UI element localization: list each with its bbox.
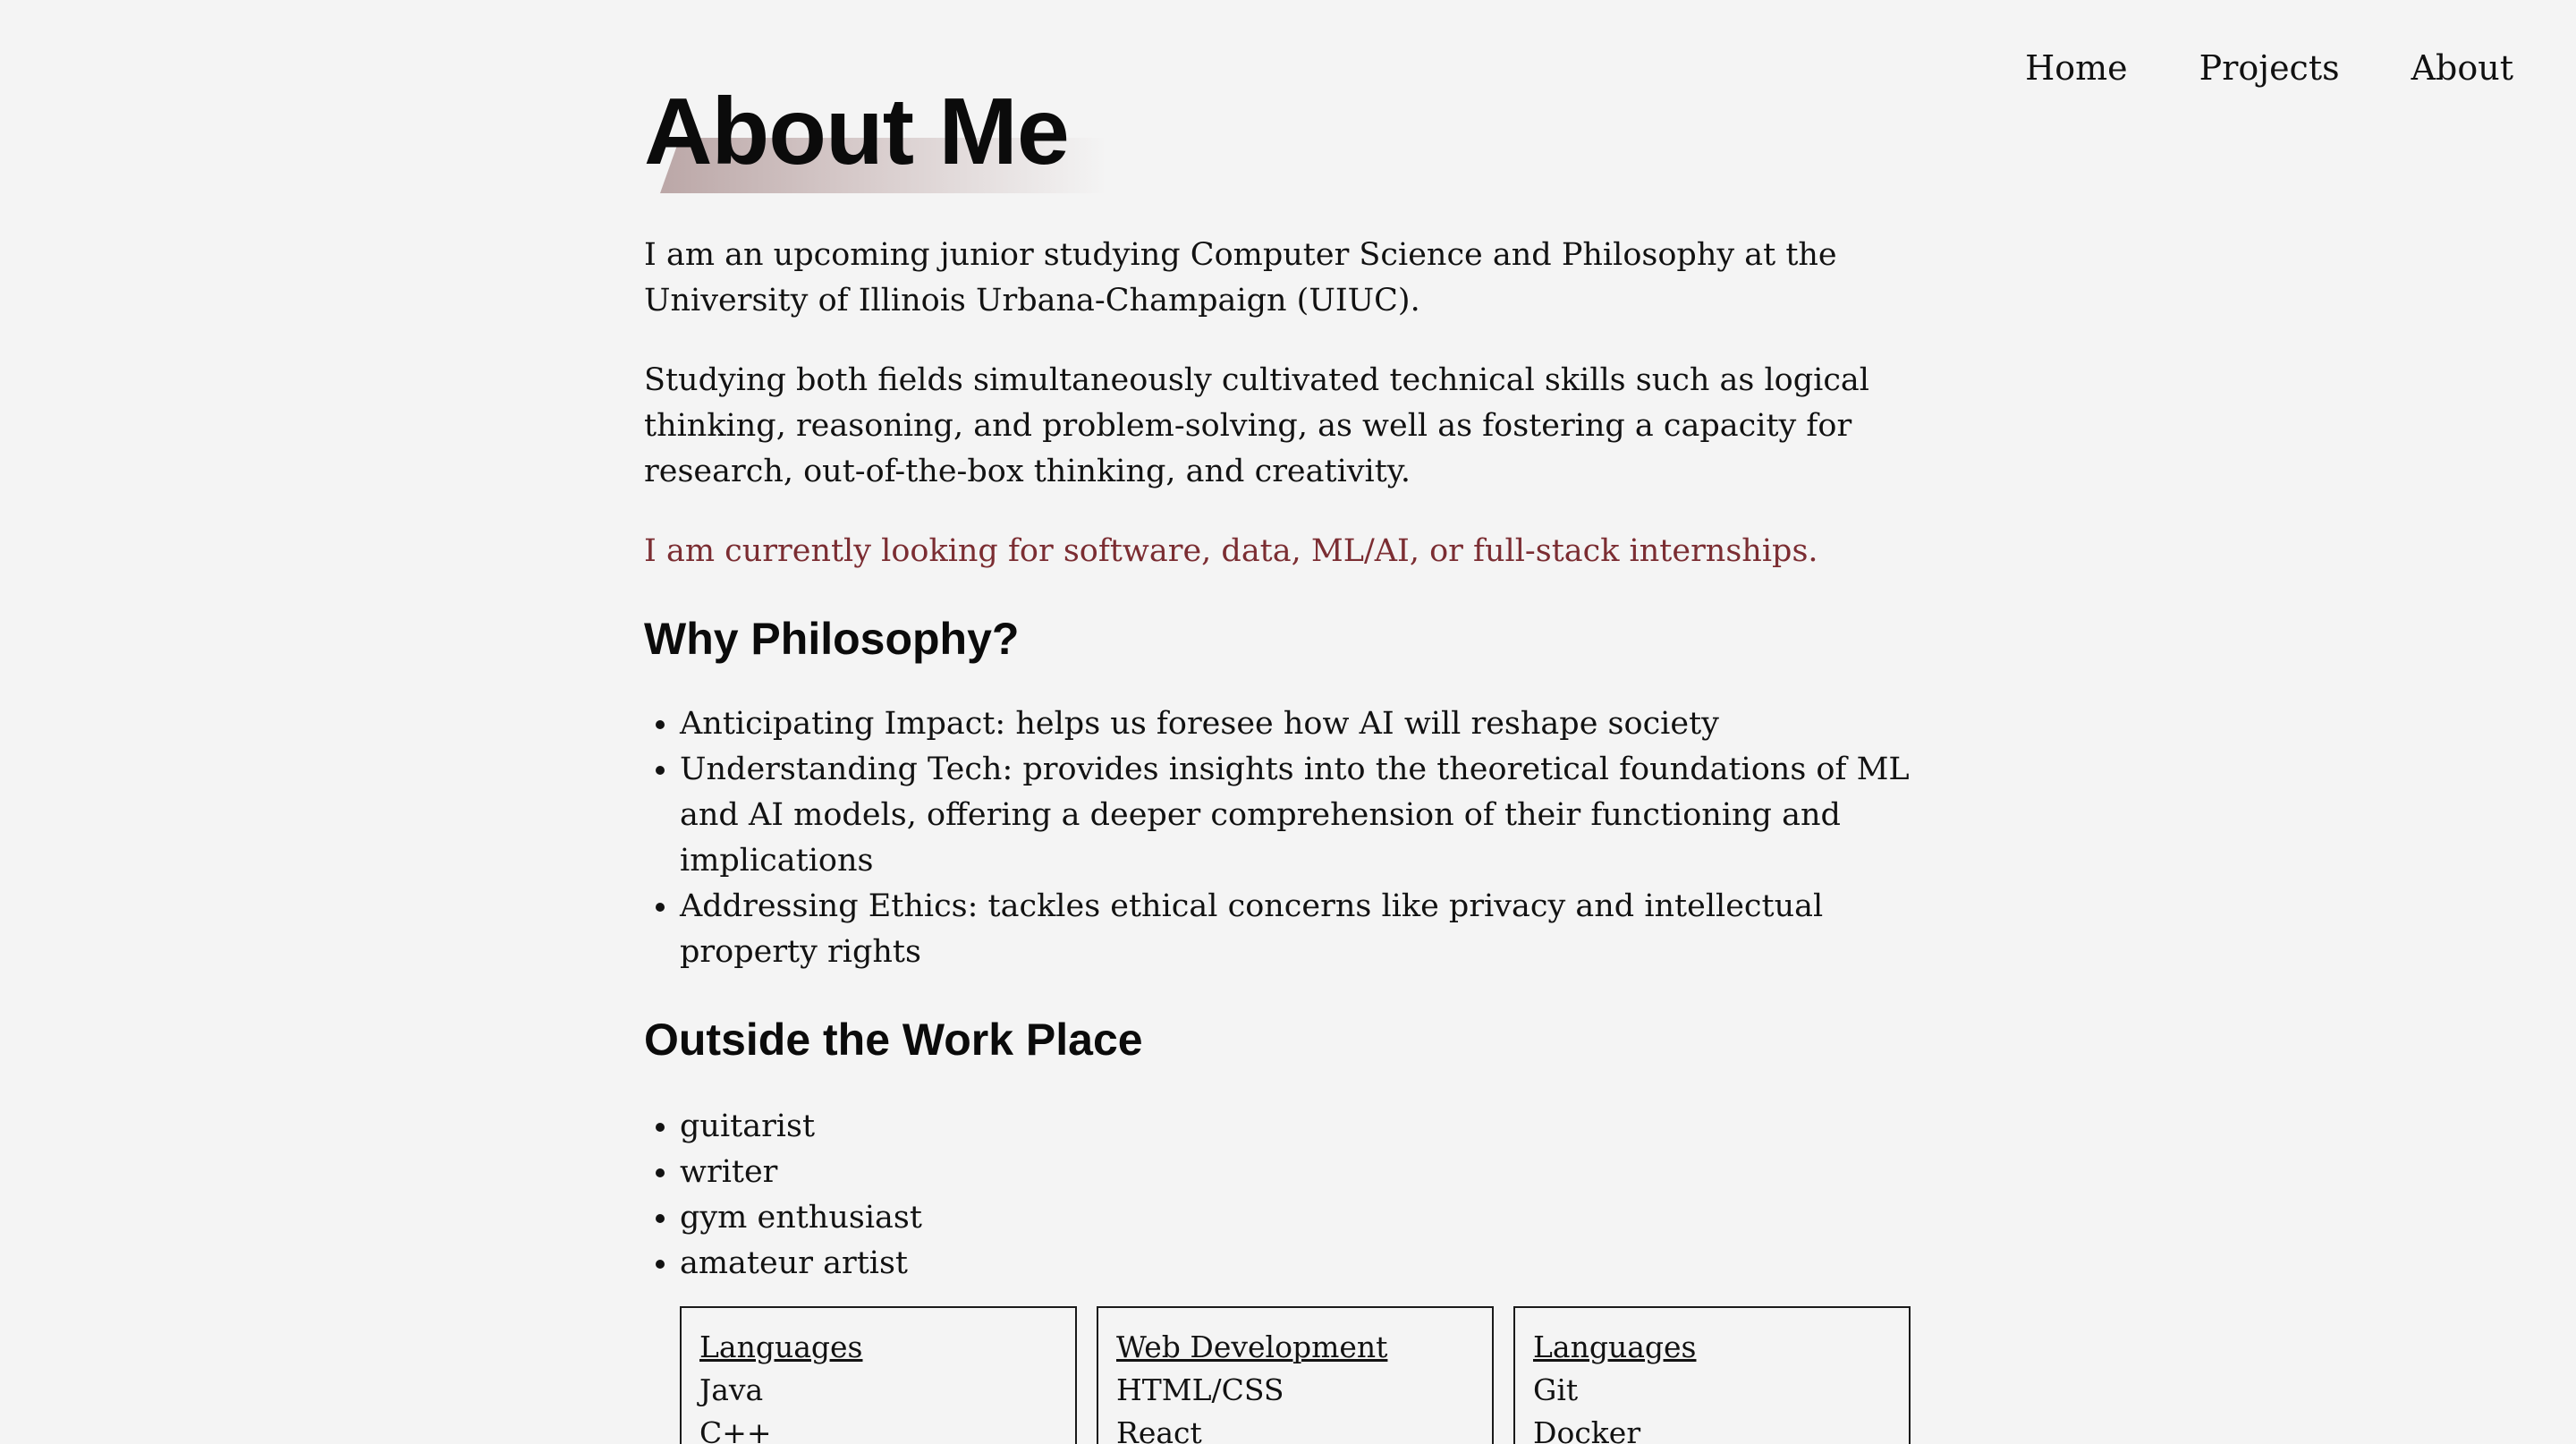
- list-item: gym enthusiast: [680, 1195, 1950, 1241]
- list-item: amateur artist: [680, 1241, 1950, 1287]
- skill-item: HTML/CSS: [1116, 1372, 1284, 1407]
- nav-projects-link[interactable]: Projects: [2199, 48, 2340, 88]
- list-item: writer: [680, 1150, 1950, 1195]
- top-nav: Home Projects About: [2025, 48, 2513, 88]
- nav-about-link[interactable]: About: [2411, 48, 2513, 88]
- why-philosophy-heading: Why Philosophy?: [644, 614, 1020, 664]
- main-content: About Me I am an upcoming junior studyin…: [644, 0, 1950, 1444]
- hobbies-list: guitarist writer gym enthusiast amateur …: [644, 1104, 1950, 1287]
- philosophy-list: Anticipating Impact: helps us foresee ho…: [644, 701, 1950, 975]
- skill-card-heading: Languages: [699, 1329, 863, 1364]
- skill-item: C++: [699, 1415, 772, 1444]
- list-item: Anticipating Impact: helps us foresee ho…: [680, 701, 1950, 747]
- title-block: About Me: [644, 79, 1109, 204]
- skill-item: Git: [1533, 1372, 1579, 1407]
- skills-grid: Languages Java C++ Web Development HTML/…: [680, 1306, 1950, 1444]
- page-title: About Me: [644, 79, 1070, 184]
- skill-item: Java: [699, 1372, 764, 1407]
- internship-paragraph: I am currently looking for software, dat…: [644, 533, 1818, 569]
- skill-card: Languages Java C++: [680, 1306, 1077, 1444]
- skill-card-heading: Web Development: [1116, 1329, 1388, 1364]
- outside-work-heading: Outside the Work Place: [644, 1015, 1143, 1065]
- intro-paragraph: I am an upcoming junior studying Compute…: [644, 237, 1837, 319]
- skill-card: Languages Git Docker: [1513, 1306, 1911, 1444]
- list-item: Addressing Ethics: tackles ethical conce…: [680, 884, 1950, 975]
- skill-card: Web Development HTML/CSS React: [1097, 1306, 1494, 1444]
- list-item: guitarist: [680, 1104, 1950, 1150]
- skill-item: React: [1116, 1415, 1202, 1444]
- skill-item: Docker: [1533, 1415, 1641, 1444]
- nav-home-link[interactable]: Home: [2025, 48, 2128, 88]
- skill-card-heading: Languages: [1533, 1329, 1697, 1364]
- studying-paragraph: Studying both fields simultaneously cult…: [644, 362, 1869, 489]
- list-item: Understanding Tech: provides insights in…: [680, 747, 1950, 884]
